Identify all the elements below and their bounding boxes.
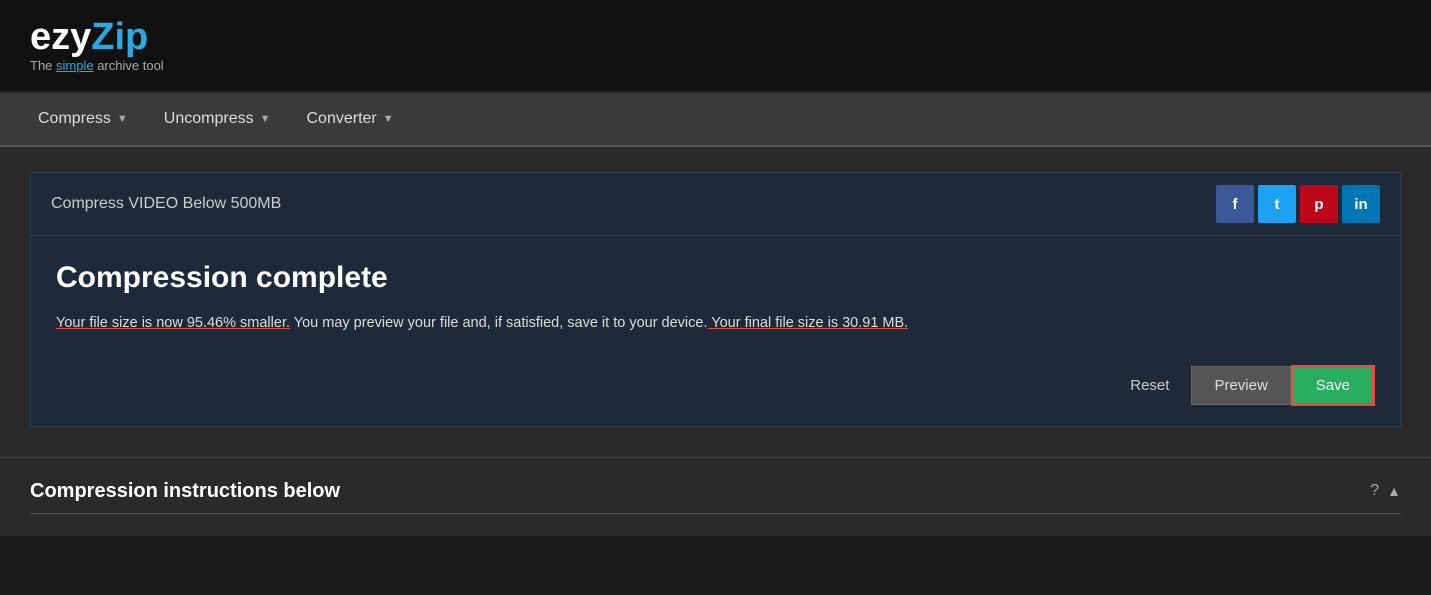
card-header: Compress VIDEO Below 500MB f t p in xyxy=(31,173,1400,236)
instructions-divider xyxy=(30,513,1401,514)
nav-uncompress-label: Uncompress xyxy=(164,110,254,128)
completion-title: Compression complete xyxy=(56,261,1375,295)
header: ezyZip The simple archive tool xyxy=(0,0,1431,93)
nav-compress-label: Compress xyxy=(38,110,111,128)
logo-tagline: The simple archive tool xyxy=(30,58,1401,73)
linkedin-button[interactable]: in xyxy=(1342,185,1380,223)
logo-text: ezyZip xyxy=(30,18,1401,56)
tagline-suffix: archive tool xyxy=(94,58,164,73)
completion-text-part1: Your file size is now 95.46% smaller. xyxy=(56,315,290,331)
card-actions: Reset Preview Save xyxy=(56,365,1375,406)
nav-item-uncompress[interactable]: Uncompress ▼ xyxy=(146,93,289,145)
chevron-up-icon[interactable]: ▲ xyxy=(1387,483,1401,499)
completion-text-part3: Your final file size is 30.91 MB. xyxy=(708,315,909,331)
completion-text-part2: You may preview your file and, if satisf… xyxy=(290,315,708,331)
nav-converter-label: Converter xyxy=(307,110,377,128)
twitter-button[interactable]: t xyxy=(1258,185,1296,223)
tagline-prefix: The xyxy=(30,58,56,73)
compress-card: Compress VIDEO Below 500MB f t p in Comp… xyxy=(30,172,1401,427)
uncompress-caret-icon: ▼ xyxy=(260,113,271,125)
instructions-section: Compression instructions below ? ▲ xyxy=(0,457,1431,536)
main-content: Compress VIDEO Below 500MB f t p in Comp… xyxy=(0,147,1431,457)
navbar: Compress ▼ Uncompress ▼ Converter ▼ xyxy=(0,93,1431,147)
save-button[interactable]: Save xyxy=(1291,365,1375,406)
social-icons: f t p in xyxy=(1216,185,1380,223)
logo-ezy: ezy xyxy=(30,16,91,58)
facebook-button[interactable]: f xyxy=(1216,185,1254,223)
instructions-title: Compression instructions below xyxy=(30,480,340,503)
card-title: Compress VIDEO Below 500MB xyxy=(51,195,281,213)
help-icon[interactable]: ? xyxy=(1370,482,1379,500)
tagline-simple: simple xyxy=(56,58,94,73)
nav-item-converter[interactable]: Converter ▼ xyxy=(289,93,412,145)
preview-button[interactable]: Preview xyxy=(1191,366,1290,405)
instructions-header: Compression instructions below ? ▲ xyxy=(30,480,1401,503)
reset-button[interactable]: Reset xyxy=(1108,367,1191,404)
converter-caret-icon: ▼ xyxy=(383,113,394,125)
completion-text: Your file size is now 95.46% smaller. Yo… xyxy=(56,313,1375,335)
nav-item-compress[interactable]: Compress ▼ xyxy=(20,93,146,145)
card-body: Compression complete Your file size is n… xyxy=(31,236,1400,426)
compress-caret-icon: ▼ xyxy=(117,113,128,125)
logo-zip: Zip xyxy=(91,16,148,58)
logo: ezyZip The simple archive tool xyxy=(30,18,1401,73)
instructions-controls: ? ▲ xyxy=(1370,482,1401,500)
nav-items: Compress ▼ Uncompress ▼ Converter ▼ xyxy=(20,93,1411,145)
pinterest-button[interactable]: p xyxy=(1300,185,1338,223)
